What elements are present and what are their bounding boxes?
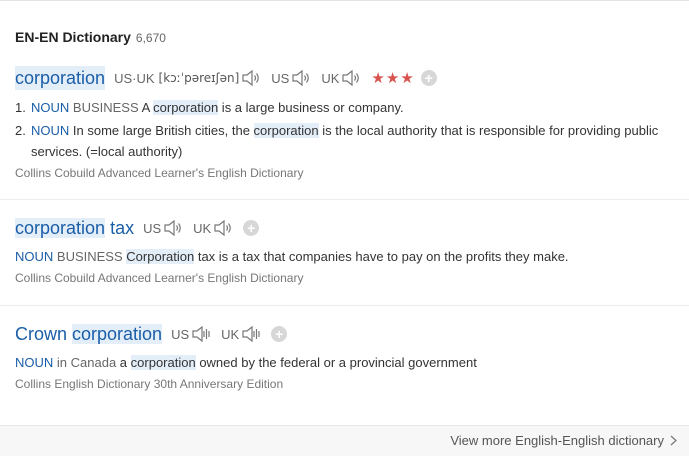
section-header: EN-EN Dictionary 6,670 — [15, 29, 166, 45]
speaker-icon[interactable] — [191, 325, 211, 343]
usage-tag: BUSINESS — [72, 100, 139, 115]
headword-link[interactable]: Crown corporation — [15, 322, 163, 346]
pron-label-us-uk: US·UK — [114, 70, 155, 86]
headword-link[interactable]: corporation tax — [15, 216, 134, 240]
definition-highlight: corporation — [253, 123, 319, 138]
entry-corporation-tax: corporation tax US UK + NOUN BUSINESS Co… — [15, 216, 675, 285]
speaker-icon[interactable] — [213, 219, 233, 237]
headword-highlight: corporation — [15, 218, 106, 238]
pos-label: NOUN — [31, 123, 70, 138]
definition-post: is a large business or company. — [218, 100, 404, 115]
definition-highlight: corporation — [130, 355, 196, 370]
sense-number: 2. — [15, 123, 26, 138]
headword-highlight: corporation — [72, 324, 163, 344]
definition-pre: A — [141, 100, 154, 115]
speaker-icon[interactable] — [163, 219, 183, 237]
sense-1: NOUN BUSINESS Corporation tax is a tax t… — [15, 246, 675, 267]
entry-divider — [0, 199, 689, 200]
plus-icon[interactable]: + — [243, 220, 260, 236]
pronunciation-group: US UK — [171, 325, 271, 343]
entry-header: corporation tax US UK + — [15, 216, 675, 240]
headword-link[interactable]: corporation — [15, 66, 106, 90]
view-more-link[interactable]: View more English-English dictionary — [450, 433, 677, 448]
chevron-right-icon — [670, 435, 677, 446]
definition-post: tax is a tax that companies have to pay … — [194, 249, 569, 264]
plus-icon[interactable]: + — [271, 326, 288, 342]
footer-bar: View more English-English dictionary — [0, 425, 689, 456]
usage-tag: BUSINESS — [56, 249, 123, 264]
entry-header: Crown corporation US UK + — [15, 322, 675, 346]
speaker-icon[interactable] — [341, 69, 361, 87]
speaker-icon[interactable] — [241, 69, 261, 87]
sense-1: NOUN in Canada a corporation owned by th… — [15, 352, 675, 373]
pron-label-uk: UK — [321, 70, 340, 86]
entry-divider — [0, 305, 689, 306]
pos-label: NOUN — [31, 100, 70, 115]
pron-label-us: US — [171, 326, 190, 342]
dictionary-source: Collins Cobuild Advanced Learner's Engli… — [15, 166, 304, 180]
pos-label: NOUN — [15, 249, 54, 264]
definition-pre: a — [116, 355, 131, 370]
definition-post: owned by the federal or a provincial gov… — [195, 355, 477, 370]
pronunciation-group: US·UK [kɔːˈpəreɪʃən] US UK — [114, 69, 371, 87]
dictionary-source: Collins English Dictionary 30th Annivers… — [15, 377, 284, 391]
sense-2: 2. NOUN In some large British cities, th… — [15, 120, 675, 162]
dictionary-source: Collins Cobuild Advanced Learner's Engli… — [15, 271, 304, 285]
definition-highlight: Corporation — [126, 249, 195, 264]
sense-1: 1. NOUN BUSINESS A corporation is a larg… — [15, 97, 675, 118]
entry-crown-corporation: Crown corporation US UK + NOUN in Canada… — [15, 322, 675, 391]
speaker-icon[interactable] — [241, 325, 261, 343]
headword-rest: tax — [105, 218, 135, 238]
entry-header: corporation US·UK [kɔːˈpəreɪʃən] US UK ★… — [15, 66, 675, 90]
pron-label-uk: UK — [193, 220, 212, 236]
pron-label-us: US — [143, 220, 162, 236]
plus-icon[interactable]: + — [420, 70, 437, 86]
usage-tag: in Canada — [56, 355, 117, 370]
entry-corporation: corporation US·UK [kɔːˈpəreɪʃən] US UK ★… — [15, 66, 675, 180]
pron-label-uk: UK — [221, 326, 240, 342]
frequency-stars: ★★★ — [371, 70, 415, 87]
section-title: EN-EN Dictionary — [15, 29, 131, 45]
pron-label-us: US — [271, 70, 290, 86]
definition-highlight: corporation — [153, 100, 219, 115]
definition-pre: In some large British cities, the — [72, 123, 254, 138]
sense-number: 1. — [15, 100, 26, 115]
view-more-label: View more English-English dictionary — [450, 433, 664, 448]
ipa-text: [kɔːˈpəreɪʃən] — [158, 71, 240, 85]
pronunciation-group: US UK — [143, 219, 243, 237]
pos-label: NOUN — [15, 355, 54, 370]
result-count: 6,670 — [135, 31, 166, 45]
headword-pre: Crown — [15, 324, 73, 344]
top-divider — [0, 0, 689, 1]
speaker-icon[interactable] — [291, 69, 311, 87]
